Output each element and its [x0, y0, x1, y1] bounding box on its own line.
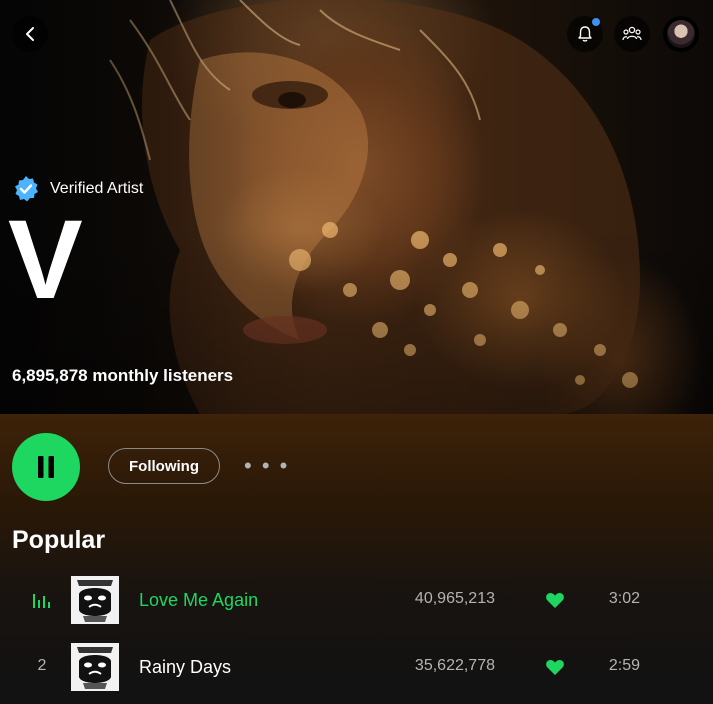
track-title[interactable]: Love Me Again: [139, 590, 258, 611]
artist-name: V: [8, 197, 83, 322]
monthly-listeners: 6,895,878 monthly listeners: [12, 366, 234, 385]
track-rank: 2: [37, 657, 47, 674]
album-art: [71, 643, 119, 691]
album-art: [71, 576, 119, 624]
now-playing-equalizer-icon: [33, 594, 50, 608]
bell-icon: [578, 26, 592, 42]
chevron-left-icon: [26, 27, 34, 41]
pause-button[interactable]: [12, 433, 80, 501]
friends-activity-icon: [622, 26, 642, 41]
avatar: [667, 20, 695, 48]
user-avatar-button[interactable]: [663, 16, 699, 52]
track-play-count: 40,965,213: [414, 590, 495, 607]
track-cover-art: [71, 576, 119, 624]
back-button[interactable]: [12, 16, 48, 52]
more-options-button[interactable]: • • •: [244, 455, 289, 477]
track-play-count: 35,622,778: [414, 657, 495, 674]
liked-heart-icon[interactable]: [545, 590, 565, 610]
notification-dot: [592, 18, 600, 26]
track-row[interactable]: Love Me Again 40,965,213 3:02: [0, 570, 713, 630]
verified-label: Verified Artist: [50, 180, 144, 197]
popular-heading: Popular: [12, 526, 106, 554]
liked-heart-icon[interactable]: [545, 657, 565, 677]
track-title[interactable]: Rainy Days: [139, 657, 231, 678]
track-duration: 2:59: [608, 657, 640, 674]
track-duration: 3:02: [608, 590, 640, 607]
track-row[interactable]: 2 Rainy Days 35,622,778 2:59: [0, 637, 713, 697]
following-button[interactable]: Following: [108, 448, 220, 484]
track-cover-art: [71, 643, 119, 691]
friend-activity-button[interactable]: [614, 16, 650, 52]
pause-icon: [38, 456, 54, 478]
hero-fade: [0, 0, 713, 414]
